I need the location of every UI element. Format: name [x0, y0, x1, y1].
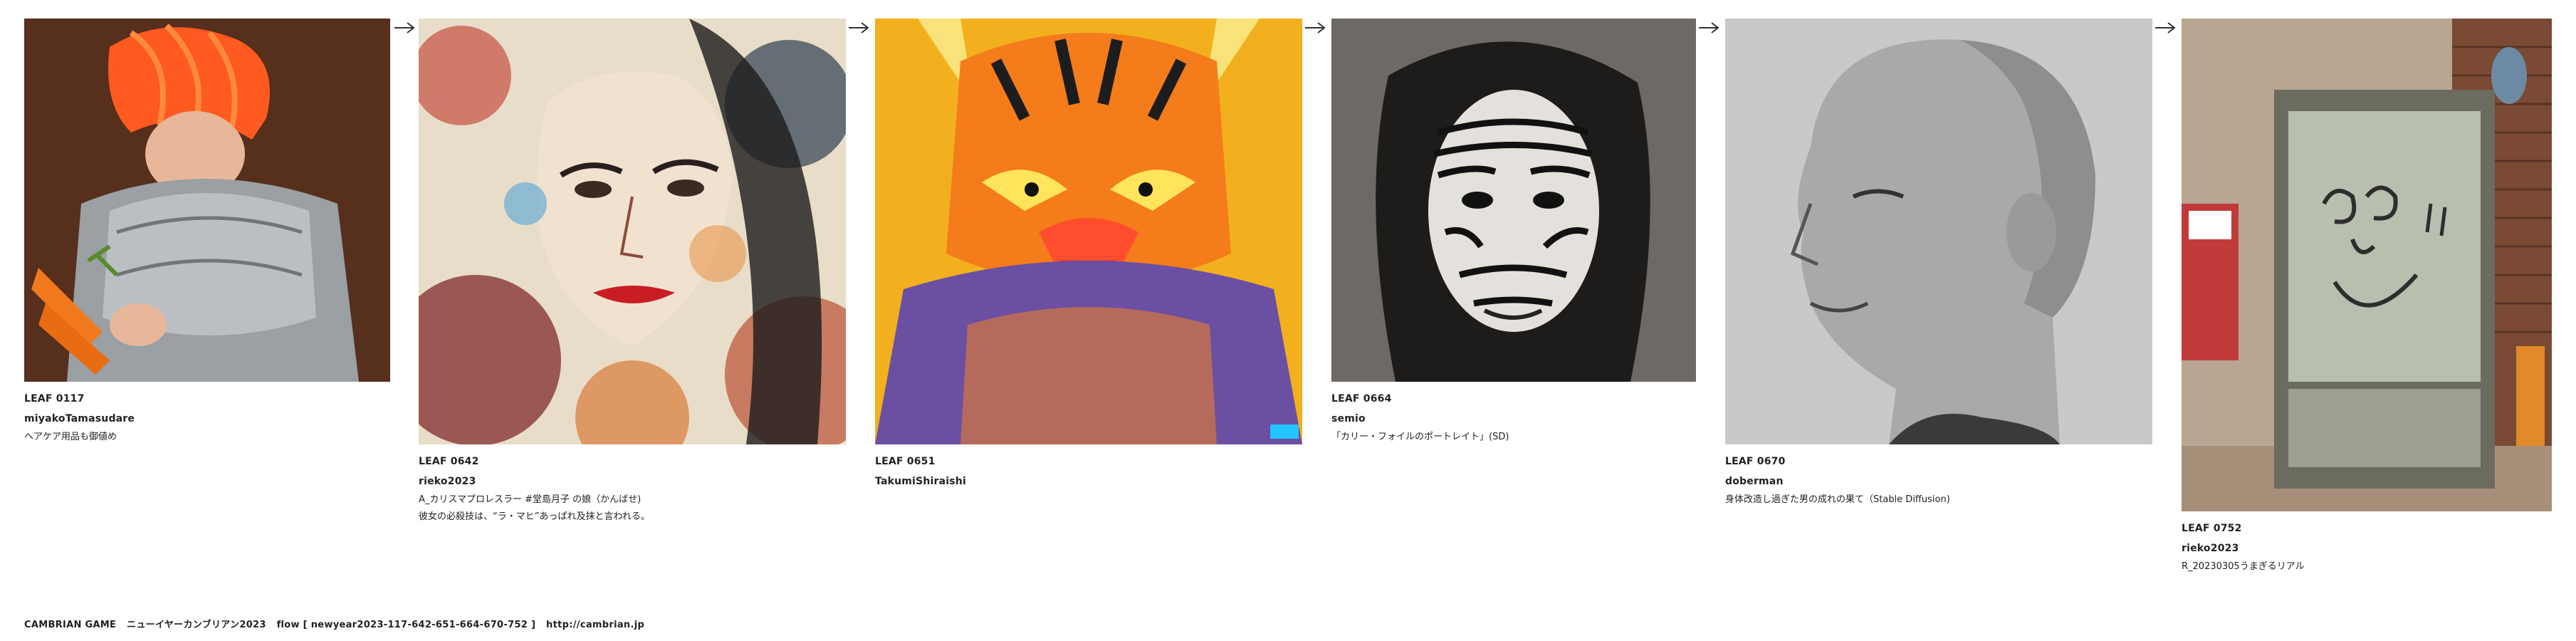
leaf-caption: 身体改造し過ぎた男の成れの果て（Stable Diffusion): [1725, 494, 1950, 505]
page: LEAF 0117 miyakoTamasudare ヘアケア用品も御値め LE…: [0, 0, 2576, 641]
leaf-author[interactable]: semio: [1331, 409, 1696, 429]
footer-title: ニューイヤーカンブリアン2023: [127, 620, 266, 630]
leaf-card-0642[interactable]: LEAF 0642 rieko2023 A_カリスマプロレスラー #堂島月子 の…: [419, 19, 846, 526]
armored-man-with-carrots-image: [24, 19, 390, 382]
painted-woman-portrait-image: [419, 19, 846, 444]
leaf-id: LEAF 0642: [419, 456, 479, 467]
footer-url-link[interactable]: http://cambrian.jp: [546, 620, 644, 630]
leaf-id: LEAF 0651: [875, 456, 936, 467]
leaf-card-0752[interactable]: LEAF 0752 rieko2023 R_20230305うまぎるリアル: [2182, 19, 2552, 575]
zebra-face-man-image: [1331, 19, 1696, 382]
leaf-image-0670[interactable]: [1725, 19, 2152, 444]
leaf-card-0117[interactable]: LEAF 0117 miyakoTamasudare ヘアケア用品も御値め: [24, 19, 390, 446]
leaf-image-0664[interactable]: [1331, 19, 1696, 382]
footer-flow: flow [ newyear2023-117-642-651-664-670-7…: [276, 620, 536, 630]
right-arrow-icon: [394, 22, 415, 33]
leaf-image-0642[interactable]: [419, 19, 846, 444]
leaf-card-0664[interactable]: LEAF 0664 semio 「カリー・フォイルのポートレイト」(SD): [1331, 19, 1696, 446]
leaf-id: LEAF 0752: [2182, 523, 2242, 534]
leaf-author[interactable]: doberman: [1725, 471, 2152, 491]
street-sign-face-image: [2182, 19, 2552, 511]
leaf-id: LEAF 0117: [24, 393, 85, 405]
leaf-caption: A_カリスマプロレスラー #堂島月子 の娘（かんばせ) 彼女の必殺技は、“ラ・マ…: [419, 494, 650, 522]
footer-game: CAMBRIAN GAME: [24, 620, 117, 630]
right-arrow-icon: [849, 22, 869, 33]
leaf-caption: ヘアケア用品も御値め: [24, 432, 117, 442]
leaf-image-0117[interactable]: [24, 19, 390, 382]
bald-man-profile-image: [1725, 19, 2152, 444]
right-arrow-icon: [1699, 22, 1719, 33]
leaf-image-0752[interactable]: [2182, 19, 2552, 511]
leaf-caption: R_20230305うまぎるリアル: [2182, 561, 2305, 572]
leaf-author[interactable]: TakumiShiraishi: [875, 471, 1302, 491]
tiger-character-image: [875, 19, 1302, 444]
leaf-author[interactable]: rieko2023: [419, 471, 846, 491]
leaf-card-0670[interactable]: LEAF 0670 doberman 身体改造し過ぎた男の成れの果て（Stabl…: [1725, 19, 2152, 509]
leaf-author[interactable]: miyakoTamasudare: [24, 409, 390, 429]
page-footer: CAMBRIAN GAME ニューイヤーカンブリアン2023 flow [ ne…: [24, 617, 651, 630]
leaf-author[interactable]: rieko2023: [2182, 538, 2552, 558]
leaf-id: LEAF 0664: [1331, 393, 1392, 405]
right-arrow-icon: [2155, 22, 2176, 33]
leaf-image-0651[interactable]: [875, 19, 1302, 444]
leaf-caption: 「カリー・フォイルのポートレイト」(SD): [1331, 432, 1509, 442]
leaf-card-0651[interactable]: LEAF 0651 TakumiShiraishi: [875, 19, 1302, 491]
leaf-id: LEAF 0670: [1725, 456, 1786, 467]
right-arrow-icon: [1305, 22, 1326, 33]
